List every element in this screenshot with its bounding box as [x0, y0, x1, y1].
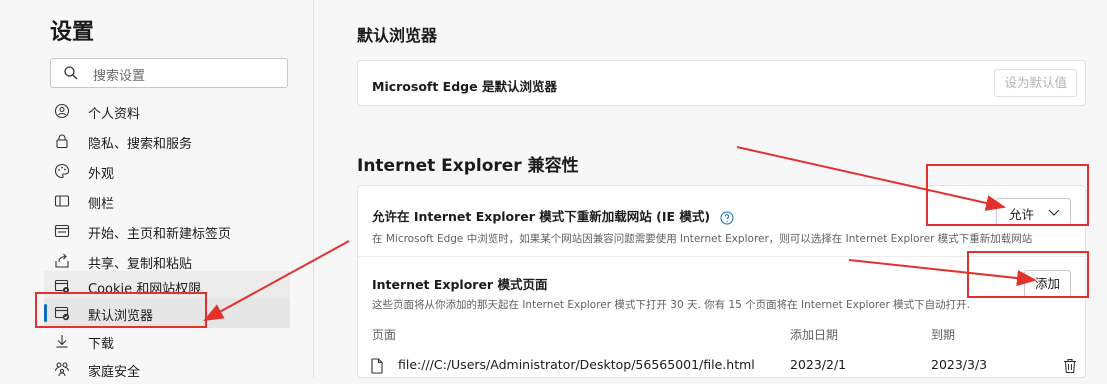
sidebar-item-cookies[interactable]: Cookie 和网站权限	[44, 271, 290, 301]
sidebar-item-label: 共享、复制和粘贴	[88, 257, 193, 272]
default-browser-heading: 默认浏览器	[357, 26, 438, 45]
main-content: 默认浏览器 Microsoft Edge 是默认浏览器 设为默认值 Intern…	[314, 0, 1107, 378]
column-header-added: 添加日期	[790, 328, 839, 342]
default-browser-status: Microsoft Edge 是默认浏览器	[372, 79, 557, 94]
sidebar-item-downloads[interactable]: 下载	[44, 326, 290, 356]
sidebar-item-default-browser[interactable]: 默认浏览器	[44, 298, 290, 328]
column-header-expires: 到期	[931, 328, 956, 342]
table-row-added: 2023/2/1	[790, 357, 847, 372]
share-icon	[55, 253, 69, 268]
sidebar-item-start-home[interactable]: 开始、主页和新建标签页	[44, 216, 290, 246]
sidebar-item-appearance[interactable]: 外观	[44, 156, 290, 186]
chevron-down-icon	[1048, 209, 1060, 216]
settings-sidebar: 设置 搜索设置 个人资料 隐私、搜索和服务 外观 侧栏 开始、主页和新建标签页 …	[0, 0, 314, 380]
search-input[interactable]: 搜索设置	[50, 58, 288, 88]
default-browser-card: Microsoft Edge 是默认浏览器 设为默认值	[357, 60, 1086, 106]
help-icon[interactable]	[720, 211, 734, 225]
ie-pages-description: 这些页面将从你添加的那天起在 Internet Explorer 模式下打开 3…	[372, 299, 970, 311]
ie-compat-card: 允许在 Internet Explorer 模式下重新加载网站 (IE 模式) …	[357, 185, 1086, 378]
sidebar-item-profile[interactable]: 个人资料	[44, 96, 290, 126]
active-indicator	[44, 304, 47, 322]
default-browser-icon	[54, 306, 70, 321]
sidebar-item-sidebar[interactable]: 侧栏	[44, 186, 290, 216]
ie-reload-dropdown[interactable]: 允许	[996, 198, 1071, 225]
sidebar-item-label: 下载	[88, 337, 115, 352]
set-default-button[interactable]: 设为默认值	[994, 69, 1077, 97]
lock-icon	[56, 134, 68, 149]
column-header-page: 页面	[372, 328, 397, 342]
sidebar-item-label: 隐私、搜索和服务	[88, 137, 193, 152]
search-icon	[64, 66, 78, 80]
home-tab-icon	[54, 224, 70, 238]
settings-title: 设置	[50, 20, 95, 45]
family-icon	[54, 362, 70, 377]
trash-icon[interactable]	[1063, 358, 1077, 374]
sidebar-item-label: 侧栏	[88, 197, 115, 212]
ie-compat-heading: Internet Explorer 兼容性	[357, 156, 579, 176]
table-row-expires: 2023/3/3	[931, 357, 988, 372]
add-page-button[interactable]: 添加	[1023, 270, 1071, 297]
ie-reload-title: 允许在 Internet Explorer 模式下重新加载网站 (IE 模式)	[372, 209, 711, 224]
sidebar-item-label: 家庭安全	[88, 365, 141, 380]
file-icon	[371, 358, 383, 374]
sidebar-item-label: 个人资料	[88, 107, 141, 122]
sidebar-item-family[interactable]: 家庭安全	[44, 354, 290, 384]
appearance-icon	[54, 163, 70, 179]
sidebar-item-label: Cookie 和网站权限	[88, 282, 202, 297]
download-icon	[56, 335, 68, 348]
sidebar-item-label: 开始、主页和新建标签页	[88, 227, 232, 242]
profile-icon	[54, 103, 70, 119]
ie-reload-title-row: 允许在 Internet Explorer 模式下重新加载网站 (IE 模式)	[372, 206, 734, 225]
search-placeholder: 搜索设置	[93, 69, 146, 84]
divider	[358, 256, 1085, 257]
sidebar-item-label: 外观	[88, 167, 115, 182]
ie-reload-value: 允许	[1009, 207, 1035, 222]
ie-pages-title: Internet Explorer 模式页面	[372, 277, 548, 292]
ie-reload-description: 在 Microsoft Edge 中浏览时，如果某个网站因兼容问题需要使用 In…	[372, 233, 1033, 245]
table-row-page: file:///C:/Users/Administrator/Desktop/5…	[398, 357, 755, 372]
sidebar-item-label: 默认浏览器	[88, 309, 154, 324]
sidebar-icon	[54, 195, 70, 207]
sidebar-item-privacy[interactable]: 隐私、搜索和服务	[44, 126, 290, 156]
site-permissions-icon	[54, 279, 69, 293]
